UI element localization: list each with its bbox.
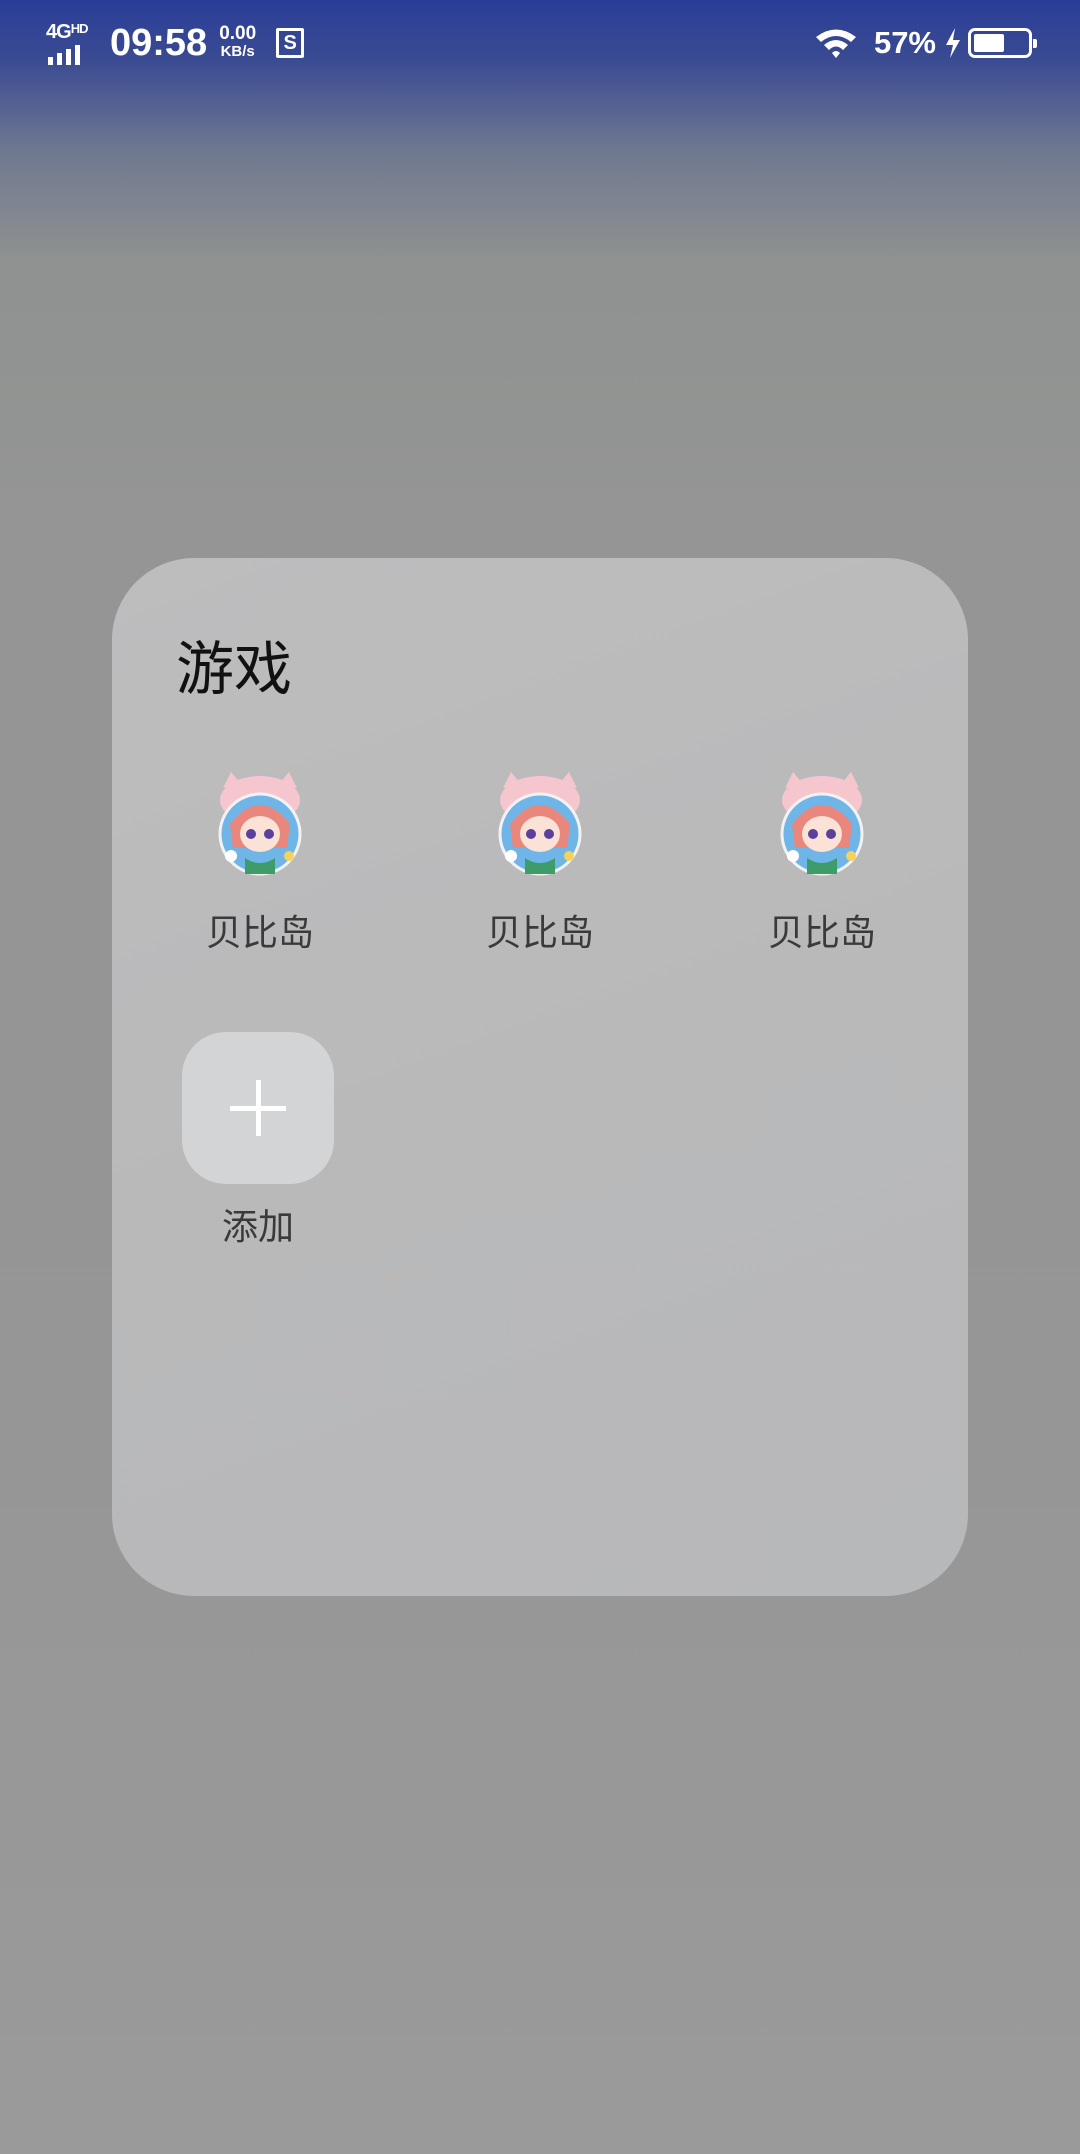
- charging-bolt-icon: [946, 28, 960, 58]
- screenshot-notification-icon: S: [276, 28, 305, 58]
- app-shortcut[interactable]: 贝比岛: [150, 768, 370, 956]
- app-shortcut[interactable]: 贝比岛: [430, 768, 650, 956]
- status-time: 09:58: [110, 21, 208, 64]
- game-avatar-icon[interactable]: [205, 768, 315, 878]
- game-avatar-icon[interactable]: [767, 768, 877, 878]
- network-speed-unit: KB/s: [220, 43, 255, 60]
- network-type: 4G: [46, 21, 72, 43]
- app-shortcut[interactable]: 贝比岛: [712, 768, 932, 956]
- battery-icon: [968, 28, 1037, 58]
- wifi-icon: [815, 29, 856, 58]
- app-label: 贝比岛: [767, 913, 876, 954]
- folder-title[interactable]: 游戏: [176, 622, 292, 706]
- network-speed: 0.00 KB/s: [219, 23, 257, 61]
- app-label: 贝比岛: [205, 913, 314, 954]
- network-hd: HD: [70, 21, 89, 36]
- status-bar: 4GHD 09:58 0.00 KB/s S 57%: [0, 0, 1080, 86]
- battery-level-fill: [974, 34, 1004, 52]
- app-label: 贝比岛: [485, 913, 594, 954]
- status-bar-right: 57%: [814, 18, 1037, 68]
- status-bar-left: 4GHD 09:58 0.00 KB/s S: [46, 18, 305, 68]
- cellular-signal-icon: 4GHD: [46, 21, 98, 65]
- battery-percent: 57%: [873, 25, 936, 60]
- game-avatar-icon[interactable]: [485, 768, 595, 878]
- app-folder-panel: 游戏 贝比岛 贝比岛 贝比岛 添加: [112, 558, 968, 1596]
- network-speed-value: 0.00: [219, 23, 257, 44]
- add-app-button[interactable]: [182, 1032, 334, 1184]
- add-app-label: 添加: [221, 1207, 294, 1248]
